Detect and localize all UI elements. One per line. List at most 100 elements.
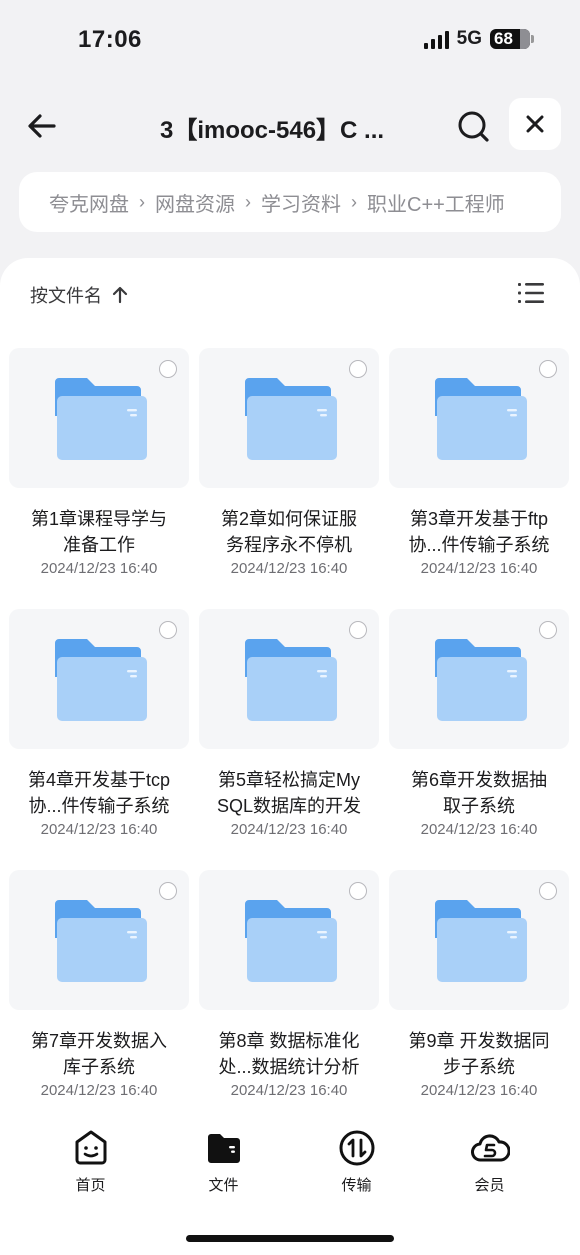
search-button[interactable] (455, 108, 491, 144)
folder-name-line: 协...件传输子系统 (408, 535, 550, 555)
folder-name: 第4章开发基于tcp 协...件传输子系统 (9, 767, 189, 819)
breadcrumb: 夸克网盘 › 网盘资源 › 学习资料 › 职业C++工程师 (19, 172, 561, 232)
folder-name-line: 准备工作 (63, 535, 135, 555)
folder-name-line: 务程序永不停机 (226, 535, 352, 555)
breadcrumb-item[interactable]: 夸克网盘 (49, 188, 129, 217)
folder-icon (55, 378, 147, 460)
folder-icon (435, 639, 527, 721)
folder-name: 第8章 数据标准化 处...数据统计分析 (199, 1028, 379, 1080)
file-grid: 第1章课程导学与 准备工作 2024/12/23 16:40 第2章如何保证服 务程序永… (9, 348, 571, 1131)
select-checkbox[interactable] (539, 882, 557, 900)
battery-level: 68 (494, 29, 513, 48)
folder-date: 2024/12/23 16:40 (230, 821, 348, 838)
folder-name-line: 第9章 开发数据同 (408, 1031, 550, 1051)
folder-icon (435, 900, 527, 982)
transfer-icon (339, 1130, 374, 1166)
folder-thumbnail (389, 609, 569, 749)
folder-date: 2024/12/23 16:40 (40, 821, 158, 838)
folder-icon (55, 639, 147, 721)
folder-icon (245, 378, 337, 460)
folder-name: 第7章开发数据入 库子系统 (9, 1028, 189, 1080)
folder-card[interactable]: 第2章如何保证服 务程序永不停机 2024/12/23 16:40 (199, 348, 379, 609)
folder-name: 第1章课程导学与 准备工作 (9, 506, 189, 558)
folder-date: 2024/12/23 16:40 (230, 560, 348, 577)
folder-name-line: 取子系统 (443, 796, 515, 816)
folder-icon (435, 378, 527, 460)
folder-date: 2024/12/23 16:40 (40, 560, 158, 577)
cloud-icon (470, 1134, 510, 1162)
folder-thumbnail (199, 609, 379, 749)
chevron-right-icon: › (245, 191, 251, 212)
folder-card[interactable]: 第4章开发基于tcp 协...件传输子系统 2024/12/23 16:40 (9, 609, 189, 870)
breadcrumb-item[interactable]: 职业C++工程师 (367, 188, 505, 217)
tab-transfer[interactable]: 传输 (290, 1128, 423, 1198)
select-checkbox[interactable] (159, 360, 177, 378)
folder-name-line: 第6章开发数据抽 (410, 770, 547, 790)
status-time: 17:06 (78, 26, 142, 53)
status-bar: 17:06 5G 68 (0, 0, 580, 80)
status-indicators: 5G 68 (423, 28, 534, 50)
folder-name-line: 第4章开发基于tcp (27, 770, 171, 790)
folder-card[interactable]: 第6章开发数据抽 取子系统 2024/12/23 16:40 (389, 609, 569, 870)
select-checkbox[interactable] (349, 621, 367, 639)
folder-name-line: 第2章如何保证服 (220, 509, 357, 529)
folder-date: 2024/12/23 16:40 (420, 560, 538, 577)
folder-icon (245, 639, 337, 721)
breadcrumb-item[interactable]: 学习资料 (261, 188, 341, 217)
folder-date: 2024/12/23 16:40 (420, 1082, 538, 1099)
folder-thumbnail (9, 609, 189, 749)
network-type: 5G (456, 28, 482, 49)
folder-name-line: SQL数据库的开发 (216, 796, 362, 816)
arrow-up-icon (112, 286, 128, 304)
tab-label: 会员 (474, 1177, 505, 1194)
select-checkbox[interactable] (539, 621, 557, 639)
chevron-right-icon: › (139, 191, 145, 212)
folder-name: 第3章开发基于ftp 协...件传输子系统 (389, 506, 569, 558)
tab-membership[interactable]: 会员 (423, 1128, 556, 1198)
chevron-right-icon: › (351, 191, 357, 212)
folder-name: 第9章 开发数据同 步子系统 (389, 1028, 569, 1080)
tab-files[interactable]: 文件 (157, 1128, 290, 1198)
folder-name-line: 第3章开发基于ftp (409, 509, 549, 529)
folder-card[interactable]: 第1章课程导学与 准备工作 2024/12/23 16:40 (9, 348, 189, 609)
folder-name: 第5章轻松搞定My SQL数据库的开发 (199, 767, 379, 819)
folder-icon (207, 1134, 240, 1163)
select-checkbox[interactable] (349, 882, 367, 900)
home-face-icon (75, 1130, 106, 1165)
folder-thumbnail (389, 870, 569, 1010)
folder-thumbnail (9, 870, 189, 1010)
folder-icon (245, 900, 337, 982)
folder-thumbnail (9, 348, 189, 488)
home-indicator (186, 1235, 394, 1242)
folder-card[interactable]: 第7章开发数据入 库子系统 2024/12/23 16:40 (9, 870, 189, 1131)
select-checkbox[interactable] (349, 360, 367, 378)
folder-name-line: 第8章 数据标准化 (218, 1031, 360, 1051)
select-checkbox[interactable] (159, 621, 177, 639)
page-title: 3【imooc-546】C ... (160, 117, 385, 144)
sort-control[interactable]: 按文件名 (30, 282, 128, 308)
folder-name-line: 处...数据统计分析 (218, 1057, 360, 1077)
list-icon (518, 283, 544, 303)
folder-date: 2024/12/23 16:40 (230, 1082, 348, 1099)
folder-name-line: 第7章开发数据入 (30, 1031, 167, 1051)
folder-card[interactable]: 第8章 数据标准化 处...数据统计分析 2024/12/23 16:40 (199, 870, 379, 1131)
sort-label: 按文件名 (30, 286, 102, 306)
folder-name-line: 协...件传输子系统 (28, 796, 170, 816)
breadcrumb-item[interactable]: 网盘资源 (155, 188, 235, 217)
signal-icon (423, 29, 449, 49)
folder-thumbnail (199, 870, 379, 1010)
folder-date: 2024/12/23 16:40 (420, 821, 538, 838)
close-button[interactable] (509, 98, 561, 150)
select-checkbox[interactable] (539, 360, 557, 378)
select-checkbox[interactable] (159, 882, 177, 900)
tab-home[interactable]: 首页 (24, 1128, 157, 1198)
back-button[interactable] (24, 108, 60, 144)
list-view-button[interactable] (516, 278, 546, 308)
folder-card[interactable]: 第5章轻松搞定My SQL数据库的开发 2024/12/23 16:40 (199, 609, 379, 870)
tab-bar: 首页 文件 传输 会员 (0, 1128, 580, 1198)
folder-card[interactable]: 第9章 开发数据同 步子系统 2024/12/23 16:40 (389, 870, 569, 1131)
folder-name-line: 第5章轻松搞定My (217, 770, 360, 790)
folder-card[interactable]: 第3章开发基于ftp 协...件传输子系统 2024/12/23 16:40 (389, 348, 569, 609)
battery-icon: 68 (490, 29, 534, 49)
folder-thumbnail (199, 348, 379, 488)
